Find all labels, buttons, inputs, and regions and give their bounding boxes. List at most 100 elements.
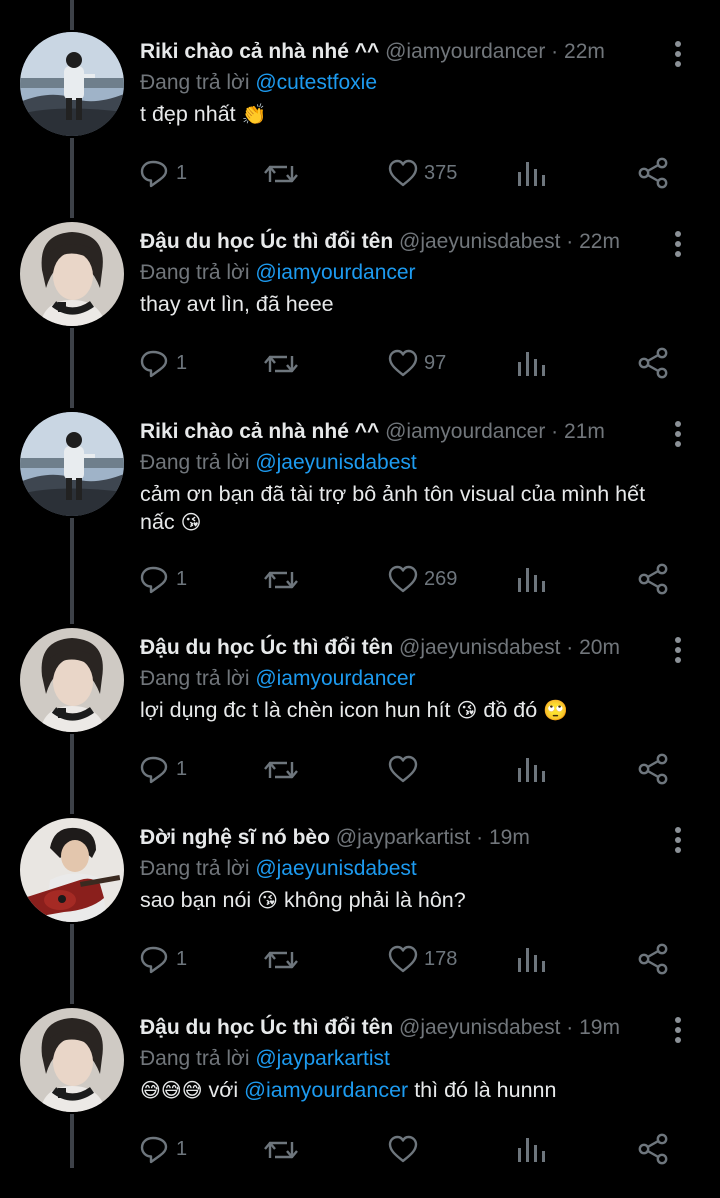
reply-button[interactable]: 1 xyxy=(140,1132,187,1166)
retweet-button[interactable] xyxy=(264,346,304,380)
reply-button[interactable]: 1 xyxy=(140,752,187,786)
heart-icon xyxy=(388,1135,418,1163)
more-options-icon[interactable] xyxy=(666,636,690,664)
share-button[interactable] xyxy=(638,562,668,596)
user-handle[interactable]: @iamyourdancer xyxy=(385,40,545,63)
tweet-actions: 1 178 xyxy=(140,942,680,976)
tweet-text-content: sao bạn nói xyxy=(140,888,252,912)
tweet[interactable]: Riki chào cả nhà nhé ^^ @iamyourdancer ·… xyxy=(0,32,720,222)
user-handle[interactable]: @jayparkartist xyxy=(336,826,471,849)
inline-mention[interactable]: @iamyourdancer xyxy=(244,1078,408,1102)
display-name[interactable]: Đậu du học Úc thì đổi tên xyxy=(140,230,393,253)
retweet-button[interactable] xyxy=(264,562,304,596)
tweet[interactable]: Đời nghệ sĩ nó bèo @jayparkartist · 19m … xyxy=(0,818,720,1008)
share-button[interactable] xyxy=(638,1132,668,1166)
heart-icon xyxy=(388,945,418,973)
retweet-button[interactable] xyxy=(264,156,304,190)
user-handle[interactable]: @iamyourdancer xyxy=(385,420,545,443)
timestamp[interactable]: 19m xyxy=(579,1016,620,1039)
like-button[interactable] xyxy=(388,1132,424,1166)
tweet-text-content: thay avt lìn, đã heee xyxy=(140,292,334,316)
separator-dot: · xyxy=(551,40,559,63)
replying-to-mention[interactable]: @iamyourdancer xyxy=(255,667,415,690)
user-handle[interactable]: @jaeyunisdabest xyxy=(399,1016,560,1039)
replying-to-mention[interactable]: @jayparkartist xyxy=(255,1047,390,1070)
tweet[interactable]: Đậu du học Úc thì đổi tên @jaeyunisdabes… xyxy=(0,222,720,412)
replying-to-mention[interactable]: @cutestfoxie xyxy=(255,71,377,94)
reply-button[interactable]: 1 xyxy=(140,562,187,596)
tweet[interactable]: Riki chào cả nhà nhé ^^ @iamyourdancer ·… xyxy=(0,412,720,602)
like-button[interactable]: 97 xyxy=(388,346,446,380)
tweet-text: lợi dụng đc t là chèn icon hun hít 😘 đồ … xyxy=(140,696,680,724)
user-handle[interactable]: @jaeyunisdabest xyxy=(399,230,560,253)
share-button[interactable] xyxy=(638,942,668,976)
timestamp[interactable]: 21m xyxy=(564,420,605,443)
retweet-button[interactable] xyxy=(264,1132,304,1166)
retweet-icon xyxy=(264,570,298,590)
timestamp[interactable]: 20m xyxy=(579,636,620,659)
like-button[interactable]: 269 xyxy=(388,562,457,596)
user-handle[interactable]: @jaeyunisdabest xyxy=(399,636,560,659)
display-name[interactable]: Riki chào cả nhà nhé ^^ xyxy=(140,40,379,63)
timestamp[interactable]: 22m xyxy=(579,230,620,253)
analytics-button[interactable] xyxy=(516,752,546,786)
tweet[interactable]: Đậu du học Úc thì đổi tên @jaeyunisdabes… xyxy=(0,1008,720,1198)
bar-chart-icon xyxy=(518,162,545,186)
tweet-text: thay avt lìn, đã heee xyxy=(140,290,680,318)
share-icon xyxy=(638,943,668,975)
more-options-icon[interactable] xyxy=(666,40,690,68)
emoji: 😘 xyxy=(180,510,202,534)
reply-button[interactable]: 1 xyxy=(140,346,187,380)
replying-to-mention[interactable]: @jaeyunisdabest xyxy=(255,451,416,474)
analytics-button[interactable] xyxy=(516,562,546,596)
retweet-icon xyxy=(264,950,298,970)
like-button[interactable]: 178 xyxy=(388,942,457,976)
avatar[interactable] xyxy=(20,412,124,516)
tweet-header: Đậu du học Úc thì đổi tên @jaeyunisdabes… xyxy=(140,633,660,663)
heart-icon xyxy=(388,159,418,187)
thread-line xyxy=(70,0,74,30)
more-options-icon[interactable] xyxy=(666,826,690,854)
reply-icon xyxy=(140,566,168,594)
tweet-text: 😅😅😅 với @iamyourdancer thì đó là hunnn xyxy=(140,1076,680,1104)
more-options-icon[interactable] xyxy=(666,230,690,258)
reply-count: 1 xyxy=(176,161,188,184)
share-button[interactable] xyxy=(638,156,668,190)
timestamp[interactable]: 22m xyxy=(564,40,605,63)
display-name[interactable]: Riki chào cả nhà nhé ^^ xyxy=(140,420,379,443)
reply-count: 1 xyxy=(176,757,188,780)
analytics-button[interactable] xyxy=(516,1132,546,1166)
share-button[interactable] xyxy=(638,752,668,786)
analytics-button[interactable] xyxy=(516,346,546,380)
tweet-text-content: đồ đó xyxy=(483,698,538,722)
display-name[interactable]: Đậu du học Úc thì đổi tên xyxy=(140,636,393,659)
avatar[interactable] xyxy=(20,1008,124,1112)
replying-to: Đang trả lời @cutestfoxie xyxy=(140,68,377,98)
tweet[interactable]: Đậu du học Úc thì đổi tên @jaeyunisdabes… xyxy=(0,628,720,818)
avatar[interactable] xyxy=(20,32,124,136)
retweet-button[interactable] xyxy=(264,942,304,976)
avatar[interactable] xyxy=(20,818,124,922)
more-options-icon[interactable] xyxy=(666,420,690,448)
timestamp[interactable]: 19m xyxy=(489,826,530,849)
like-count: 97 xyxy=(424,351,447,374)
reply-button[interactable]: 1 xyxy=(140,942,187,976)
display-name[interactable]: Đậu du học Úc thì đổi tên xyxy=(140,1016,393,1039)
like-button[interactable] xyxy=(388,752,424,786)
avatar[interactable] xyxy=(20,222,124,326)
analytics-button[interactable] xyxy=(516,156,546,190)
tweet-header: Đậu du học Úc thì đổi tên @jaeyunisdabes… xyxy=(140,227,660,257)
avatar[interactable] xyxy=(20,628,124,732)
replying-to-mention[interactable]: @jaeyunisdabest xyxy=(255,857,416,880)
like-button[interactable]: 375 xyxy=(388,156,457,190)
retweet-button[interactable] xyxy=(264,752,304,786)
share-icon xyxy=(638,157,668,189)
analytics-button[interactable] xyxy=(516,942,546,976)
display-name[interactable]: Đời nghệ sĩ nó bèo xyxy=(140,826,330,849)
retweet-icon xyxy=(264,164,298,184)
reply-button[interactable]: 1 xyxy=(140,156,187,190)
replying-to-mention[interactable]: @iamyourdancer xyxy=(255,261,415,284)
share-button[interactable] xyxy=(638,346,668,380)
more-options-icon[interactable] xyxy=(666,1016,690,1044)
reply-icon xyxy=(140,946,168,974)
